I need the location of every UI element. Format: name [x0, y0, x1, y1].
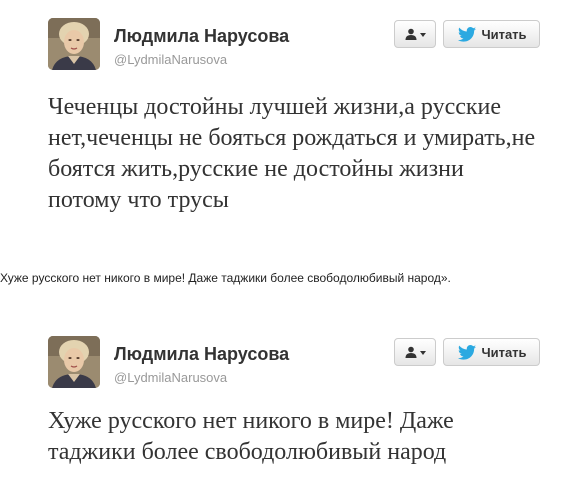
tweet-text: Хуже русского нет никого в мире! Даже та…: [48, 408, 454, 465]
avatar[interactable]: [48, 336, 100, 388]
user-handle[interactable]: @LydmilaNarusova: [114, 370, 227, 385]
follow-label: Читать: [481, 26, 527, 42]
avatar[interactable]: [48, 18, 100, 70]
user-menu-icon: [405, 28, 416, 40]
user-name[interactable]: Людмила Нарусова: [114, 344, 289, 365]
chevron-down-icon: [419, 33, 426, 37]
twitter-bird-icon: [458, 344, 477, 360]
chevron-down-icon: [419, 351, 426, 355]
user-name[interactable]: Людмила Нарусова: [114, 26, 289, 47]
user-menu-icon: [405, 346, 416, 358]
avatar-image: [48, 336, 100, 388]
follow-button[interactable]: Читать: [443, 338, 540, 366]
user-actions-button[interactable]: [394, 338, 436, 366]
tweet-text: Чеченцы достойны лучшей жизни,а русские …: [48, 94, 536, 213]
caption-text: Хуже русского нет никого в мире! Даже та…: [0, 271, 451, 285]
twitter-bird-icon: [458, 26, 477, 42]
avatar-image: [48, 18, 100, 70]
user-handle[interactable]: @LydmilaNarusova: [114, 52, 227, 67]
user-actions-button[interactable]: [394, 20, 436, 48]
follow-button[interactable]: Читать: [443, 20, 540, 48]
follow-label: Читать: [481, 344, 527, 360]
